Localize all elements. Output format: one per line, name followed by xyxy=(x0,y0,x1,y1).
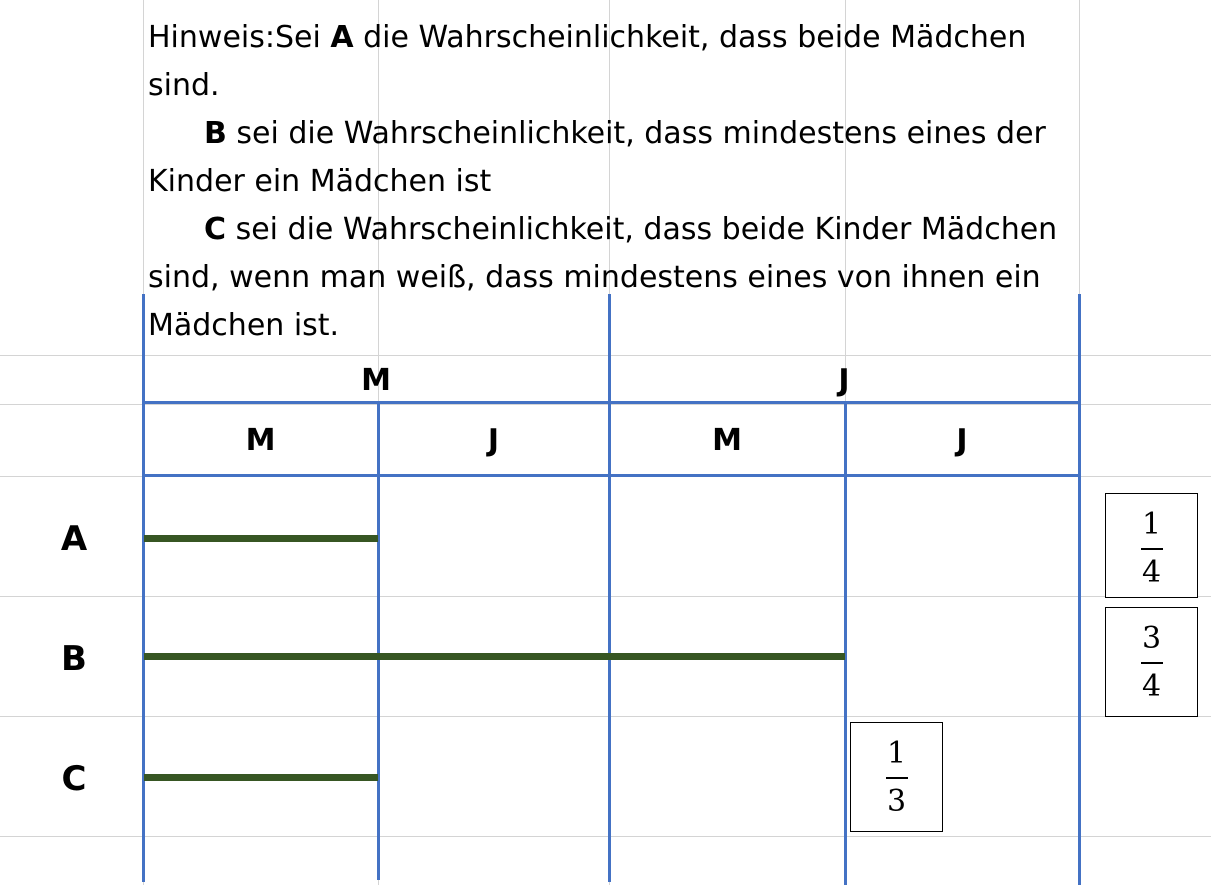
hint-line-3: B sei die Wahrscheinlichkeit, dass minde… xyxy=(204,116,1046,151)
hint-line-4: Kinder ein Mädchen ist xyxy=(148,164,492,199)
fraction-a: 1 4 xyxy=(1106,506,1197,592)
gridline-h xyxy=(0,836,1211,837)
fraction-box-b: 3 4 xyxy=(1105,607,1198,717)
sub-header-m-m: M xyxy=(245,423,276,458)
fraction-b-numerator: 3 xyxy=(1141,621,1162,656)
fraction-b-denominator: 4 xyxy=(1141,669,1162,704)
fraction-a-line xyxy=(1140,548,1163,550)
fraction-a-numerator: 1 xyxy=(1141,507,1162,542)
gridline-h xyxy=(0,404,1211,405)
gridline-h xyxy=(0,355,1211,356)
row-label-c: C xyxy=(61,759,87,799)
fraction-a-denominator: 4 xyxy=(1141,555,1162,590)
outcome-bar-b xyxy=(144,653,845,660)
fraction-c-line xyxy=(885,777,908,779)
fraction-c: 1 3 xyxy=(851,735,942,821)
fraction-box-a: 1 4 xyxy=(1105,493,1198,598)
fraction-box-c: 1 3 xyxy=(850,722,943,832)
gridline-h xyxy=(0,596,1211,597)
outcome-bar-c xyxy=(144,774,378,781)
hint-line-2: sind. xyxy=(148,68,220,103)
fraction-c-denominator: 3 xyxy=(886,784,907,819)
top-header-j: J xyxy=(838,363,850,398)
hint-line-7: Mädchen ist. xyxy=(148,308,340,343)
sub-header-j-j: J xyxy=(956,423,968,458)
table-header-divider xyxy=(142,401,1081,404)
hint-line-1: Hinweis:Sei A die Wahrscheinlichkeit, da… xyxy=(148,20,1027,55)
fraction-c-numerator: 1 xyxy=(886,736,907,771)
hint-line-5: C sei die Wahrscheinlichkeit, dass beide… xyxy=(204,212,1058,247)
top-header-m: M xyxy=(361,363,391,398)
outcome-bar-a xyxy=(144,535,378,542)
table-border-right xyxy=(1078,294,1081,885)
fraction-b: 3 4 xyxy=(1106,620,1197,706)
table-header-bottom xyxy=(142,474,1081,477)
fraction-b-line xyxy=(1140,662,1163,664)
gridline-h xyxy=(0,716,1211,717)
sub-header-j-m: M xyxy=(712,423,742,458)
row-label-b: B xyxy=(61,639,87,679)
hint-line-6: sind, wenn man weiß, dass mindestens ein… xyxy=(148,260,1041,295)
hint-textbox: Hinweis:Sei A die Wahrscheinlichkeit, da… xyxy=(148,14,1088,350)
sub-header-m-j: J xyxy=(487,423,500,458)
row-label-a: A xyxy=(60,519,88,559)
